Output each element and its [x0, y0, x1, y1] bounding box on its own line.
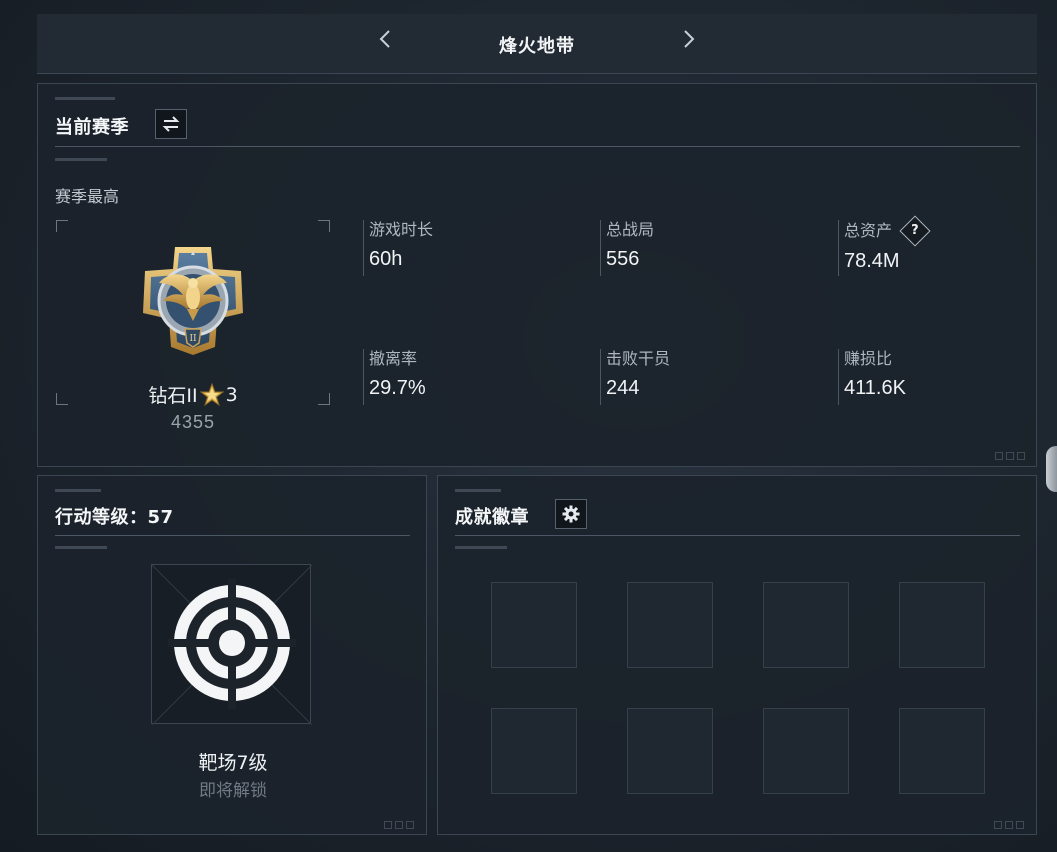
svg-text:II: II [189, 334, 197, 344]
badge-slot[interactable] [491, 582, 577, 668]
badge-slot[interactable] [899, 708, 985, 794]
mode-title: 烽火地带 [499, 36, 575, 57]
stat-value: 556 [606, 248, 640, 270]
stat-operators-defeated: 击败干员 244 [600, 349, 830, 405]
assets-help-button[interactable]: ? [899, 215, 931, 247]
target-level-status: 即将解锁 [199, 781, 267, 801]
rank-score: 4355 [170, 412, 216, 432]
switch-arrows-icon [162, 116, 180, 132]
stat-value: 60h [369, 248, 403, 270]
corner-decoration [384, 821, 416, 829]
action-level-title: 行动等级：57 [55, 507, 174, 528]
micro-decoration [55, 158, 107, 161]
season-divider [55, 146, 1020, 147]
micro-decoration [455, 489, 501, 492]
next-mode-button[interactable] [677, 28, 701, 59]
achievements-divider [455, 535, 1020, 536]
stat-play-time: 游戏时长 60h [363, 220, 593, 276]
action-level-divider [55, 535, 410, 536]
stat-label-row: 总资产 ? [844, 215, 1057, 247]
micro-decoration [455, 546, 507, 549]
micro-decoration [55, 489, 101, 492]
rank-label: 钻石II 3 [58, 381, 328, 408]
micro-decoration [55, 97, 115, 100]
stat-value: 244 [606, 377, 640, 399]
stat-profit-ratio: 赚损比 411.6K [838, 349, 1057, 405]
micro-decoration [55, 546, 107, 549]
achievements-settings-button[interactable] [555, 499, 587, 529]
target-level-name: 靶场7级 [198, 752, 268, 774]
season-title: 当前赛季 [55, 117, 129, 138]
stat-total-matches: 总战局 556 [600, 220, 830, 276]
stat-label: 赚损比 [844, 349, 893, 368]
frame-corner [56, 220, 68, 232]
badge-slot[interactable] [899, 582, 985, 668]
stat-value: 29.7% [369, 377, 426, 399]
stat-value: 78.4M [844, 250, 900, 272]
rank-name: 钻石II [148, 385, 198, 407]
top-bar: 烽火地带 [37, 14, 1037, 74]
star-icon [199, 382, 224, 406]
rank-emblem: II [133, 239, 253, 359]
action-level-panel: 行动等级：57 靶场7级 即将解锁 [37, 475, 427, 835]
stat-label: 总战局 [606, 220, 655, 239]
frame-corner [318, 220, 330, 232]
rank-stars: 3 [225, 383, 238, 406]
eagle-rank-emblem-icon: II [143, 247, 243, 355]
achievements-title: 成就徽章 [455, 507, 529, 528]
season-panel: 当前赛季 赛季最高 II 钻石II 3 4355 游戏时长 60h 总战局 55… [37, 83, 1037, 467]
chevron-right-icon [684, 30, 695, 48]
season-switch-button[interactable] [155, 109, 187, 139]
target-frame [151, 564, 313, 726]
stat-label: 击败干员 [606, 349, 671, 368]
badge-slot[interactable] [491, 708, 577, 794]
badge-slot[interactable] [627, 582, 713, 668]
stat-total-assets: 总资产 ? 78.4M [838, 215, 1057, 276]
corner-decoration [994, 821, 1026, 829]
edge-ornament [1046, 446, 1057, 492]
stat-label: 总资产 [844, 221, 893, 240]
question-icon: ? [911, 222, 919, 238]
badge-slot[interactable] [763, 708, 849, 794]
stat-value: 411.6K [844, 377, 906, 399]
corner-decoration [995, 452, 1027, 460]
target-icon [151, 564, 313, 726]
stat-extraction-rate: 撤离率 29.7% [363, 349, 593, 405]
season-best-label: 赛季最高 [55, 187, 120, 206]
stat-label: 游戏时长 [369, 220, 434, 239]
stat-label: 撤离率 [369, 349, 418, 368]
badge-slot[interactable] [763, 582, 849, 668]
badge-slot[interactable] [627, 708, 713, 794]
gear-icon [562, 505, 580, 523]
achievements-panel: 成就徽章 [437, 475, 1037, 835]
